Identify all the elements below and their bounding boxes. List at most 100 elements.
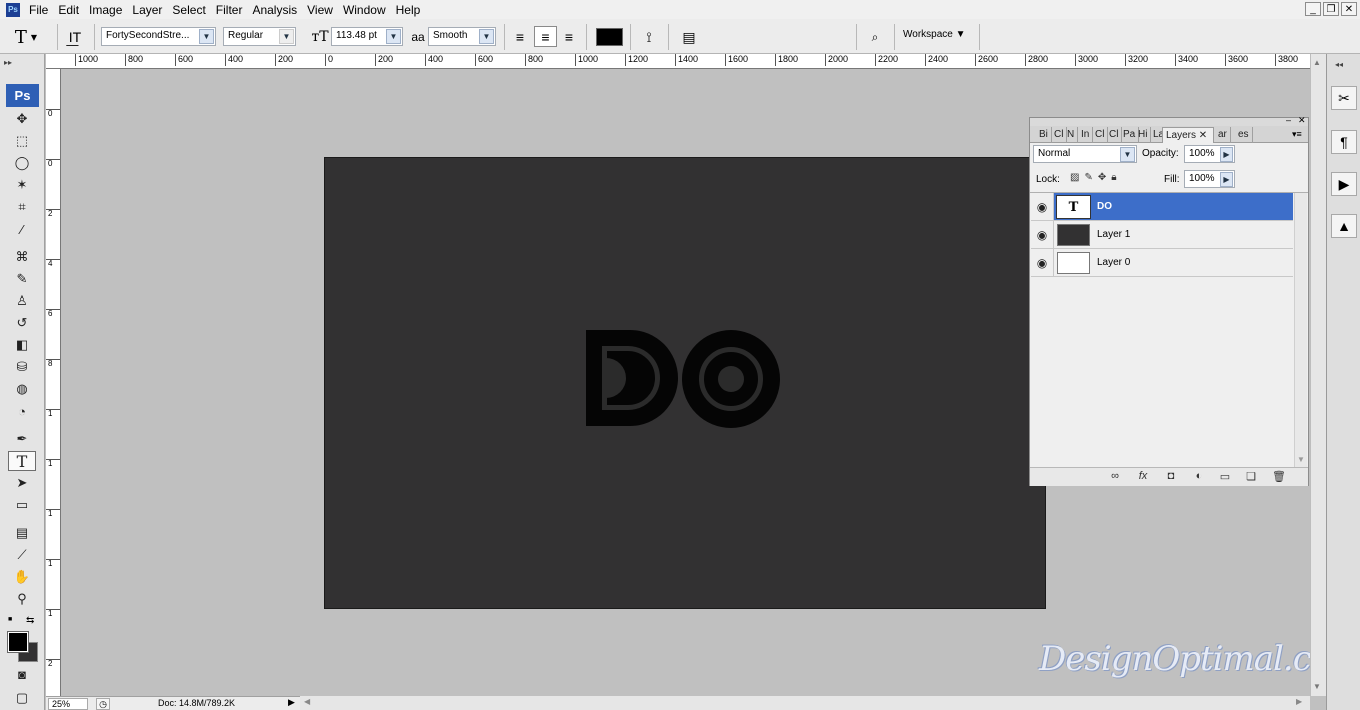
new-layer-icon[interactable]: ❏ xyxy=(1242,470,1260,483)
scroll-left-icon[interactable]: ◀ xyxy=(304,697,310,706)
eraser-tool-icon[interactable]: ◧ xyxy=(8,335,36,355)
menu-edit[interactable]: Edit xyxy=(53,3,84,17)
antialias-select[interactable]: Smooth ▼ xyxy=(428,27,496,46)
screen-mode-icon[interactable]: ▢ xyxy=(8,688,36,708)
document-canvas[interactable] xyxy=(324,157,1046,609)
scroll-right-icon[interactable]: ▶ xyxy=(1296,697,1302,706)
link-layers-icon[interactable]: ∞ xyxy=(1106,470,1124,482)
panel-close-icon[interactable]: ✕ xyxy=(1298,115,1306,126)
tool-preset-text-icon[interactable]: T ▼ xyxy=(12,26,40,48)
type-tool-icon[interactable]: T xyxy=(8,451,36,471)
swap-colors-icon[interactable]: ⇆ xyxy=(26,615,34,626)
quick-mask-icon[interactable]: ◙ xyxy=(8,664,36,684)
panel-title-bar[interactable]: – ✕ xyxy=(1030,115,1308,126)
bridge-icon[interactable]: ⌕ xyxy=(862,26,888,48)
scroll-down-icon[interactable]: ▼ xyxy=(1313,682,1321,691)
magic-wand-tool-icon[interactable]: ✶ xyxy=(8,175,36,195)
text-color-swatch[interactable] xyxy=(596,28,623,46)
lock-pixels-icon[interactable]: ✎ xyxy=(1084,172,1097,183)
font-family-select[interactable]: FortySecondStre... ▼ xyxy=(101,27,216,46)
align-right-icon[interactable]: ≡ xyxy=(559,27,579,47)
menu-view[interactable]: View xyxy=(302,3,338,17)
collapse-toolbox-icon[interactable]: ▸▸ xyxy=(4,58,41,70)
tab-close-icon[interactable]: ✕ xyxy=(1199,130,1207,141)
font-style-select[interactable]: Regular ▼ xyxy=(223,27,296,46)
lock-all-icon[interactable]: 🔒︎ xyxy=(1111,172,1121,183)
clone-stamp-tool-icon[interactable]: ♙ xyxy=(8,291,36,311)
status-menu-icon[interactable]: ◷ xyxy=(96,698,110,710)
horizontal-scrollbar[interactable]: ◀ ▶ xyxy=(300,696,1310,710)
opacity-field[interactable]: 100% ▶ xyxy=(1184,145,1235,163)
path-selection-tool-icon[interactable]: ➤ xyxy=(8,473,36,493)
history-brush-tool-icon[interactable]: ↺ xyxy=(8,313,36,333)
scroll-down-icon[interactable]: ▼ xyxy=(1297,455,1305,464)
default-colors-icon[interactable]: ■ xyxy=(8,616,16,624)
move-tool-icon[interactable]: ✥ xyxy=(8,109,36,129)
tab-layers[interactable]: Layers ✕ xyxy=(1162,127,1214,143)
add-mask-icon[interactable]: ◘ xyxy=(1162,470,1180,482)
menu-analysis[interactable]: Analysis xyxy=(247,3,302,17)
workspace-menu[interactable]: Workspace ▼ xyxy=(903,29,966,40)
panel-minimize-icon[interactable]: – xyxy=(1286,115,1291,125)
foreground-color-swatch[interactable] xyxy=(7,631,29,653)
hand-tool-icon[interactable]: ✋ xyxy=(8,567,36,587)
tab-history[interactable]: Hi xyxy=(1135,127,1152,143)
delete-layer-icon[interactable]: 🗑︎ xyxy=(1270,470,1288,483)
text-orientation-icon[interactable]: I͟T xyxy=(64,27,86,47)
font-size-select[interactable]: 113.48 pt ▼ xyxy=(331,27,403,46)
panel-menu-icon[interactable]: ▾≡ xyxy=(1292,129,1302,140)
tab-character[interactable]: ar xyxy=(1215,127,1231,143)
menu-layer[interactable]: Layer xyxy=(127,3,167,17)
lock-transparency-icon[interactable]: ▨ xyxy=(1070,172,1084,183)
align-left-icon[interactable]: ≡ xyxy=(510,27,530,47)
menu-file[interactable]: File xyxy=(24,3,53,17)
vertical-scrollbar[interactable]: ▲ ▼ xyxy=(1310,54,1326,696)
zoom-field[interactable]: 25% xyxy=(48,698,88,710)
menu-image[interactable]: Image xyxy=(84,3,127,17)
marquee-tool-icon[interactable]: ⬚ xyxy=(8,131,36,151)
warp-text-icon[interactable]: ⟟ xyxy=(638,27,660,47)
close-button[interactable]: ✕ xyxy=(1341,2,1357,16)
menu-select[interactable]: Select xyxy=(167,3,210,17)
layer-row-do[interactable]: ◉ T DO xyxy=(1031,193,1293,221)
layer-name[interactable]: Layer 0 xyxy=(1097,257,1130,268)
align-center-icon[interactable]: ≡ xyxy=(534,26,557,47)
blur-tool-icon[interactable]: ◍ xyxy=(8,379,36,399)
restore-button[interactable]: ❐ xyxy=(1323,2,1339,16)
layer-name[interactable]: DO xyxy=(1097,201,1112,212)
character-panel-icon[interactable]: ▤ xyxy=(678,27,700,47)
healing-brush-tool-icon[interactable]: ⌘ xyxy=(8,247,36,267)
blend-mode-select[interactable]: Normal ▼ xyxy=(1033,145,1137,163)
layer-row-layer-1[interactable]: ◉ Layer 1 xyxy=(1031,221,1293,249)
brush-tool-icon[interactable]: ✎ xyxy=(8,269,36,289)
layers-scrollbar[interactable]: ▼ xyxy=(1294,193,1307,468)
eyedropper-tool-icon[interactable]: ⟋ xyxy=(8,545,36,565)
paint-bucket-tool-icon[interactable]: ⛁ xyxy=(8,357,36,377)
visibility-eye-icon[interactable]: ◉ xyxy=(1031,221,1054,248)
visibility-eye-icon[interactable]: ◉ xyxy=(1031,193,1054,220)
slice-tool-icon[interactable]: ∕ xyxy=(8,219,36,239)
pen-tool-icon[interactable]: ✒ xyxy=(8,429,36,449)
fill-field[interactable]: 100% ▶ xyxy=(1184,170,1235,188)
lock-position-icon[interactable]: ✥ xyxy=(1098,172,1111,183)
tab-brushes[interactable]: Bi xyxy=(1036,127,1052,143)
lasso-tool-icon[interactable]: ◯ xyxy=(8,153,36,173)
status-arrow-icon[interactable]: ▶ xyxy=(288,697,295,708)
visibility-eye-icon[interactable]: ◉ xyxy=(1031,249,1054,276)
notes-tool-icon[interactable]: ▤ xyxy=(8,523,36,543)
actions-icon[interactable]: ▶ xyxy=(1331,172,1357,196)
paragraph-icon[interactable]: ¶ xyxy=(1331,130,1357,154)
menu-help[interactable]: Help xyxy=(391,3,426,17)
tool-presets-icon[interactable]: ✂ xyxy=(1331,86,1357,110)
expand-dock-icon[interactable]: ◂◂ xyxy=(1335,60,1343,69)
minimize-button[interactable]: _ xyxy=(1305,2,1321,16)
dodge-tool-icon[interactable]: ◔ xyxy=(8,401,36,421)
tab-styles[interactable]: es xyxy=(1235,127,1253,143)
new-group-icon[interactable]: ▭ xyxy=(1216,470,1234,483)
menu-window[interactable]: Window xyxy=(338,3,391,17)
ps-badge[interactable]: Ps xyxy=(6,84,39,107)
layer-style-icon[interactable]: fx xyxy=(1134,470,1152,482)
crop-tool-icon[interactable]: ⌗ xyxy=(8,197,36,217)
tab-navigator[interactable]: N xyxy=(1064,127,1079,143)
histogram-icon[interactable]: ▲ xyxy=(1331,214,1357,238)
